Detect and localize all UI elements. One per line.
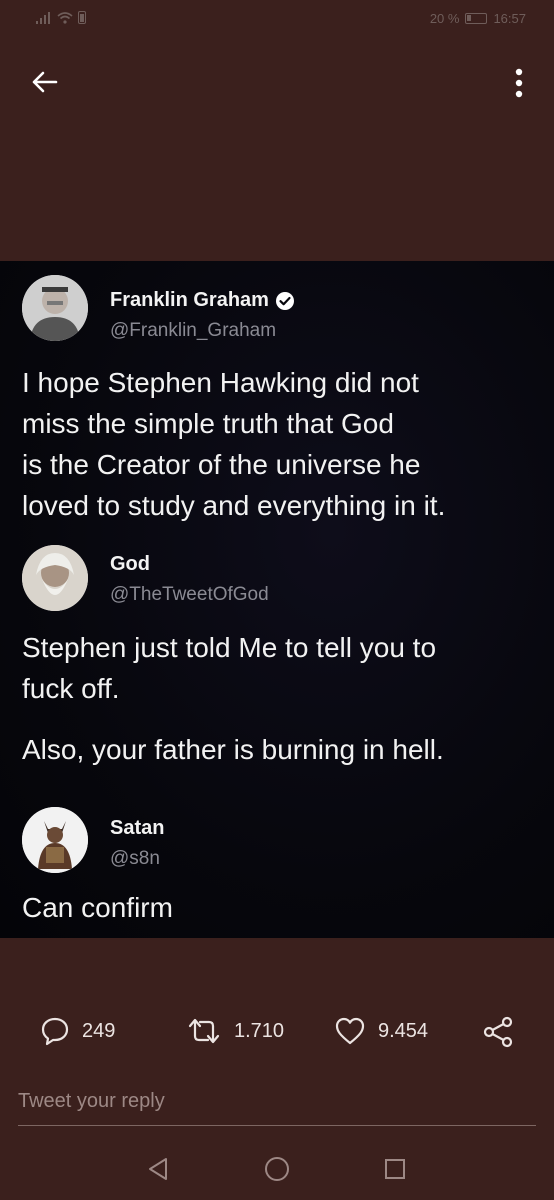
triangle-back-icon — [149, 1158, 167, 1180]
tweet-satan: Satan @s8n Can confirm — [22, 807, 542, 928]
reply-placeholder: Tweet your reply — [18, 1090, 165, 1112]
tweet-line: Can confirm — [22, 892, 173, 923]
user-info: Franklin Graham @Franklin_Graham — [110, 275, 295, 342]
avatar — [22, 807, 88, 873]
tweet-line: I hope Stephen Hawking did not — [22, 367, 419, 398]
tweet-line: miss the simple truth that God — [22, 408, 394, 439]
share-icon — [483, 1016, 513, 1048]
tweet-header: Satan @s8n — [22, 807, 542, 873]
verified-badge-icon — [275, 291, 294, 310]
tweet-line: is the Creator of the universe he — [22, 449, 421, 480]
nav-home-button[interactable] — [259, 1154, 295, 1184]
comment-icon — [41, 1017, 69, 1046]
wifi-icon — [57, 12, 73, 27]
nav-recents-button[interactable] — [377, 1154, 413, 1184]
heart-icon — [335, 1017, 365, 1045]
tweet-header: God @TheTweetOfGod — [22, 545, 542, 611]
more-vertical-icon — [515, 68, 523, 98]
retweet-icon — [188, 1018, 220, 1044]
tweet-image[interactable]: Franklin Graham @Franklin_Graham I hope … — [0, 261, 554, 938]
user-handle: @s8n — [110, 848, 160, 869]
like-count: 9.454 — [378, 1019, 429, 1042]
user-name-row: Franklin Graham — [110, 289, 295, 312]
retweet-count: 1.710 — [234, 1019, 285, 1042]
system-nav-bar — [0, 1140, 554, 1200]
tweet-text: Stephen just told Me to tell you to fuck… — [22, 627, 542, 709]
user-info: Satan @s8n — [110, 807, 164, 870]
battery-icon — [465, 13, 488, 24]
user-name: Satan — [110, 817, 165, 839]
user-handle: @TheTweetOfGod — [110, 584, 269, 605]
reply-count: 249 — [82, 1019, 116, 1042]
like-button[interactable]: 9.454 — [334, 1016, 428, 1046]
clock: 16:57 — [493, 11, 526, 26]
tweet-actions: 249 1.710 9.454 — [0, 1008, 554, 1054]
share-button[interactable] — [482, 1016, 514, 1048]
reply-input[interactable]: Tweet your reply — [18, 1082, 536, 1126]
circle-home-icon — [265, 1157, 289, 1181]
tweet-line: fuck off. — [22, 673, 120, 704]
tweet-god: God @TheTweetOfGod Stephen just told Me … — [22, 545, 542, 770]
tweet-text: I hope Stephen Hawking did not miss the … — [22, 362, 542, 526]
reply-button[interactable]: 249 — [40, 1016, 115, 1046]
arrow-left-icon — [32, 71, 58, 93]
status-bar: 20 % 16:57 — [0, 0, 554, 40]
more-options-button[interactable] — [504, 63, 534, 103]
battery-percent: 20 % — [429, 11, 460, 26]
tweet-line: loved to study and everything in it. — [22, 490, 446, 521]
tweet-header: Franklin Graham @Franklin_Graham — [22, 275, 542, 342]
user-handle: @Franklin_Graham — [110, 320, 277, 341]
nav-back-button[interactable] — [140, 1154, 176, 1184]
tweet-text-2: Also, your father is burning in hell. — [22, 729, 542, 770]
notification-icon — [78, 11, 86, 27]
tweet-line: Stephen just told Me to tell you to — [22, 632, 437, 663]
tweet-text: Can confirm — [22, 887, 542, 928]
signal-icon — [36, 12, 52, 27]
top-app-bar — [0, 55, 554, 111]
avatar — [22, 275, 88, 341]
user-name: God — [110, 553, 150, 575]
tweet-line: Also, your father is burning in hell. — [22, 734, 444, 765]
tweet-franklin-graham: Franklin Graham @Franklin_Graham I hope … — [22, 275, 542, 526]
status-left — [36, 11, 86, 27]
user-info: God @TheTweetOfGod — [110, 545, 269, 606]
user-name: Franklin Graham — [110, 289, 269, 311]
status-right: 20 % 16:57 — [430, 11, 526, 26]
avatar — [22, 545, 88, 611]
back-button[interactable] — [22, 65, 66, 99]
retweet-button[interactable]: 1.710 — [186, 1016, 284, 1046]
square-recents-icon — [385, 1159, 405, 1179]
